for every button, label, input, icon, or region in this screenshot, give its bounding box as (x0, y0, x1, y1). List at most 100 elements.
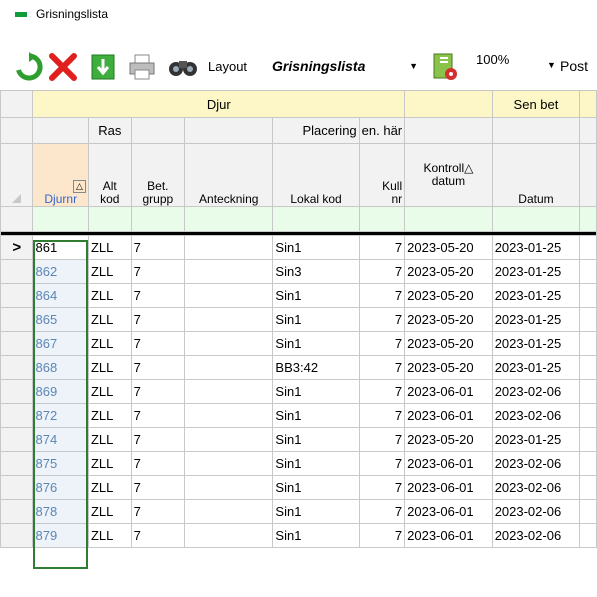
cell-djurnr[interactable]: 874 (32, 427, 89, 452)
cell-bet[interactable]: 7 (130, 451, 186, 476)
cell-kull[interactable]: 7 (358, 331, 406, 356)
cell-djurnr[interactable]: 862 (32, 259, 89, 284)
row-header[interactable] (0, 307, 34, 332)
cell-anteckning[interactable] (184, 235, 274, 260)
filter-cell[interactable] (272, 206, 360, 232)
column-header-lokalkod[interactable]: Lokal kod (272, 143, 360, 207)
row-header[interactable] (0, 523, 34, 548)
table-row[interactable]: 875 ZLL 7 Sin1 7 2023-06-01 2023-02-06 (0, 451, 597, 476)
cell-anteckning[interactable] (184, 355, 274, 380)
cell-bet[interactable]: 7 (130, 475, 186, 500)
cell-datum[interactable]: 2023-02-06 (491, 403, 581, 428)
cell-djurnr[interactable]: 875 (32, 451, 89, 476)
cell-datum[interactable]: 2023-02-06 (491, 475, 581, 500)
cell-datum[interactable]: 2023-01-25 (491, 331, 581, 356)
column-header-anteckning[interactable]: Anteckning (184, 143, 274, 207)
filter-cell[interactable] (32, 206, 89, 232)
column-header-altkod[interactable]: Alt kod (87, 143, 132, 207)
cell-anteckning[interactable] (184, 331, 274, 356)
cell-kull[interactable]: 7 (358, 403, 406, 428)
filter-cell[interactable] (184, 206, 274, 232)
cell-kontroll[interactable]: 2023-05-20 (404, 307, 493, 332)
refresh-icon[interactable] (14, 52, 44, 82)
cell-kull[interactable]: 7 (358, 451, 406, 476)
column-header-djurnr[interactable]: △ Djurnr (32, 143, 89, 207)
table-row[interactable]: 874 ZLL 7 Sin1 7 2023-05-20 2023-01-25 (0, 427, 597, 452)
cell-bet[interactable]: 7 (130, 499, 186, 524)
dropdown-caret-icon[interactable]: ▼ (409, 61, 418, 71)
cell-ras[interactable]: ZLL (87, 355, 132, 380)
table-row[interactable]: >861 ZLL 7 Sin1 7 2023-05-20 2023-01-25 (0, 235, 597, 260)
cell-bet[interactable]: 7 (130, 379, 186, 404)
row-header[interactable] (0, 499, 34, 524)
cell-djurnr[interactable]: 876 (32, 475, 89, 500)
select-all-corner[interactable] (12, 194, 22, 203)
binoculars-icon[interactable] (165, 52, 203, 82)
cell-kull[interactable]: 7 (358, 283, 406, 308)
table-row[interactable]: 868 ZLL 7 BB3:42 7 2023-05-20 2023-01-25 (0, 355, 597, 380)
table-row[interactable]: 869 ZLL 7 Sin1 7 2023-06-01 2023-02-06 (0, 379, 597, 404)
cell-anteckning[interactable] (184, 523, 274, 548)
cell-bet[interactable]: 7 (130, 355, 186, 380)
cell-lokal[interactable]: Sin1 (272, 283, 360, 308)
cell-lokal[interactable]: Sin1 (272, 451, 360, 476)
cell-djurnr[interactable]: 869 (32, 379, 89, 404)
cell-kull[interactable]: 7 (358, 235, 406, 260)
cell-datum[interactable]: 2023-02-06 (491, 379, 581, 404)
cell-bet[interactable]: 7 (130, 259, 186, 284)
dropdown-caret-icon[interactable]: ▼ (547, 60, 556, 70)
cell-kull[interactable]: 7 (358, 379, 406, 404)
cell-anteckning[interactable] (184, 283, 274, 308)
cell-anteckning[interactable] (184, 307, 274, 332)
cell-bet[interactable]: 7 (130, 523, 186, 548)
cell-lokal[interactable]: Sin1 (272, 499, 360, 524)
cell-datum[interactable]: 2023-02-06 (491, 523, 581, 548)
table-row[interactable]: 876 ZLL 7 Sin1 7 2023-06-01 2023-02-06 (0, 475, 597, 500)
filter-cell[interactable] (87, 206, 132, 232)
cell-ras[interactable]: ZLL (87, 403, 132, 428)
cell-bet[interactable]: 7 (130, 427, 186, 452)
cell-ras[interactable]: ZLL (87, 451, 132, 476)
cell-kull[interactable]: 7 (358, 307, 406, 332)
row-header[interactable] (0, 379, 34, 404)
cell-anteckning[interactable] (184, 427, 274, 452)
cell-djurnr[interactable]: 864 (32, 283, 89, 308)
filter-cell[interactable] (130, 206, 186, 232)
column-header-betgrupp[interactable]: Bet. grupp (130, 143, 186, 207)
cell-kull[interactable]: 7 (358, 259, 406, 284)
cell-lokal[interactable]: Sin1 (272, 403, 360, 428)
cell-kull[interactable]: 7 (358, 499, 406, 524)
zoom-select[interactable]: 100% (476, 52, 509, 67)
row-header[interactable] (0, 331, 34, 356)
cell-kontroll[interactable]: 2023-05-20 (404, 235, 493, 260)
row-header[interactable] (0, 259, 34, 284)
table-row[interactable]: 872 ZLL 7 Sin1 7 2023-06-01 2023-02-06 (0, 403, 597, 428)
cell-kull[interactable]: 7 (358, 475, 406, 500)
table-row[interactable]: 864 ZLL 7 Sin1 7 2023-05-20 2023-01-25 (0, 283, 597, 308)
layout-settings-icon[interactable] (430, 52, 460, 82)
layout-select[interactable]: Grisningslista ▼ (268, 57, 418, 79)
cell-anteckning[interactable] (184, 259, 274, 284)
cell-ras[interactable]: ZLL (87, 331, 132, 356)
cell-bet[interactable]: 7 (130, 307, 186, 332)
cell-djurnr[interactable]: 878 (32, 499, 89, 524)
cell-datum[interactable]: 2023-01-25 (491, 307, 581, 332)
cell-bet[interactable]: 7 (130, 331, 186, 356)
cell-kontroll[interactable]: 2023-05-20 (404, 259, 493, 284)
cell-lokal[interactable]: Sin3 (272, 259, 360, 284)
table-row[interactable]: 865 ZLL 7 Sin1 7 2023-05-20 2023-01-25 (0, 307, 597, 332)
cell-kull[interactable]: 7 (358, 355, 406, 380)
cell-kull[interactable]: 7 (358, 523, 406, 548)
filter-cell[interactable] (404, 206, 493, 232)
cell-datum[interactable]: 2023-01-25 (491, 259, 581, 284)
row-header[interactable]: > (0, 235, 34, 260)
cell-ras[interactable]: ZLL (87, 235, 132, 260)
cell-kontroll[interactable]: 2023-06-01 (404, 475, 493, 500)
cell-djurnr[interactable]: 879 (32, 523, 89, 548)
cell-lokal[interactable]: BB3:42 (272, 355, 360, 380)
cell-lokal[interactable]: Sin1 (272, 235, 360, 260)
row-header[interactable] (0, 475, 34, 500)
cell-datum[interactable]: 2023-01-25 (491, 355, 581, 380)
cell-anteckning[interactable] (184, 499, 274, 524)
cell-djurnr[interactable]: 868 (32, 355, 89, 380)
